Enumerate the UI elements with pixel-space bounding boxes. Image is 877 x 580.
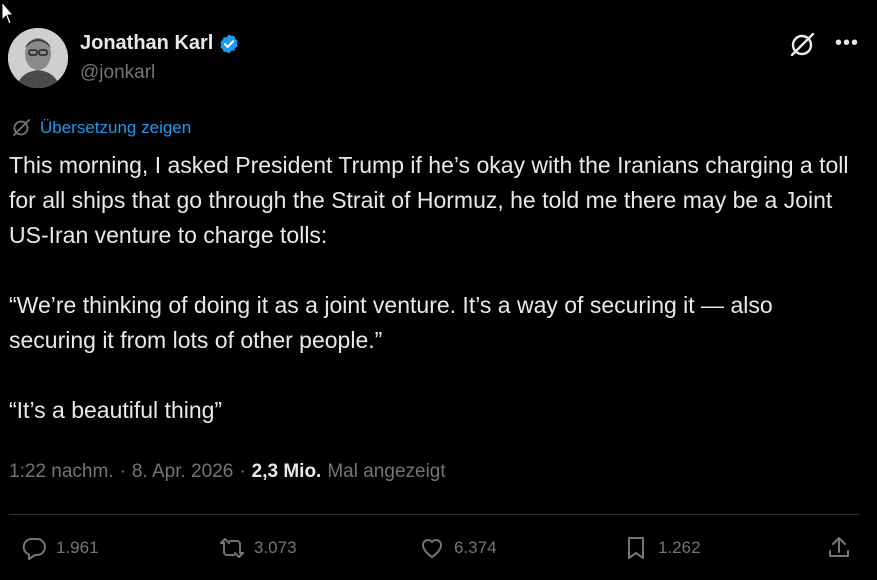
heart-icon — [422, 539, 442, 558]
repost-count: 3.073 — [254, 538, 297, 557]
bookmark-icon — [628, 537, 644, 559]
reply-count: 1.961 — [56, 538, 99, 557]
bookmark-button[interactable]: 1.262 — [622, 534, 701, 562]
like-count: 6.374 — [454, 538, 497, 557]
tweet-date[interactable]: 8. Apr. 2026 — [132, 461, 233, 483]
share-button[interactable] — [825, 534, 853, 562]
bookmark-count: 1.262 — [658, 538, 701, 557]
divider — [9, 514, 859, 515]
translate-link[interactable]: Übersetzung zeigen — [10, 117, 191, 139]
translate-label: Übersetzung zeigen — [40, 118, 192, 137]
author-name[interactable]: Jonathan Karl — [80, 32, 213, 55]
repost-icon — [220, 538, 244, 558]
tweet-text: This morning, I asked President Trump if… — [9, 152, 849, 423]
tweet-header: Jonathan Karl @jonkarl ••• — [8, 28, 859, 90]
views-label: Mal angezeigt — [327, 461, 446, 482]
action-bar: 1.961 3.073 6.374 1.262 — [0, 534, 877, 570]
grok-icon[interactable] — [787, 30, 817, 60]
meta-separator: · — [239, 461, 246, 482]
mouse-cursor-icon — [1, 0, 14, 25]
more-icon[interactable]: ••• — [835, 33, 859, 53]
meta-separator: · — [119, 461, 126, 482]
translate-icon — [13, 119, 30, 136]
author-handle[interactable]: @jonkarl — [80, 62, 155, 84]
tweet-meta: 1:22 nachm. · 8. Apr. 2026 · 2,3 Mio. Ma… — [9, 461, 446, 483]
repost-button[interactable]: 3.073 — [218, 534, 297, 562]
share-icon — [829, 537, 849, 557]
reply-icon — [22, 538, 46, 560]
verified-badge-icon — [220, 33, 238, 54]
like-button[interactable]: 6.374 — [418, 534, 497, 562]
reply-button[interactable]: 1.961 — [20, 534, 99, 562]
avatar[interactable] — [8, 28, 68, 88]
tweet-time[interactable]: 1:22 nachm. — [9, 461, 114, 483]
views-count[interactable]: 2,3 Mio. — [252, 461, 322, 483]
